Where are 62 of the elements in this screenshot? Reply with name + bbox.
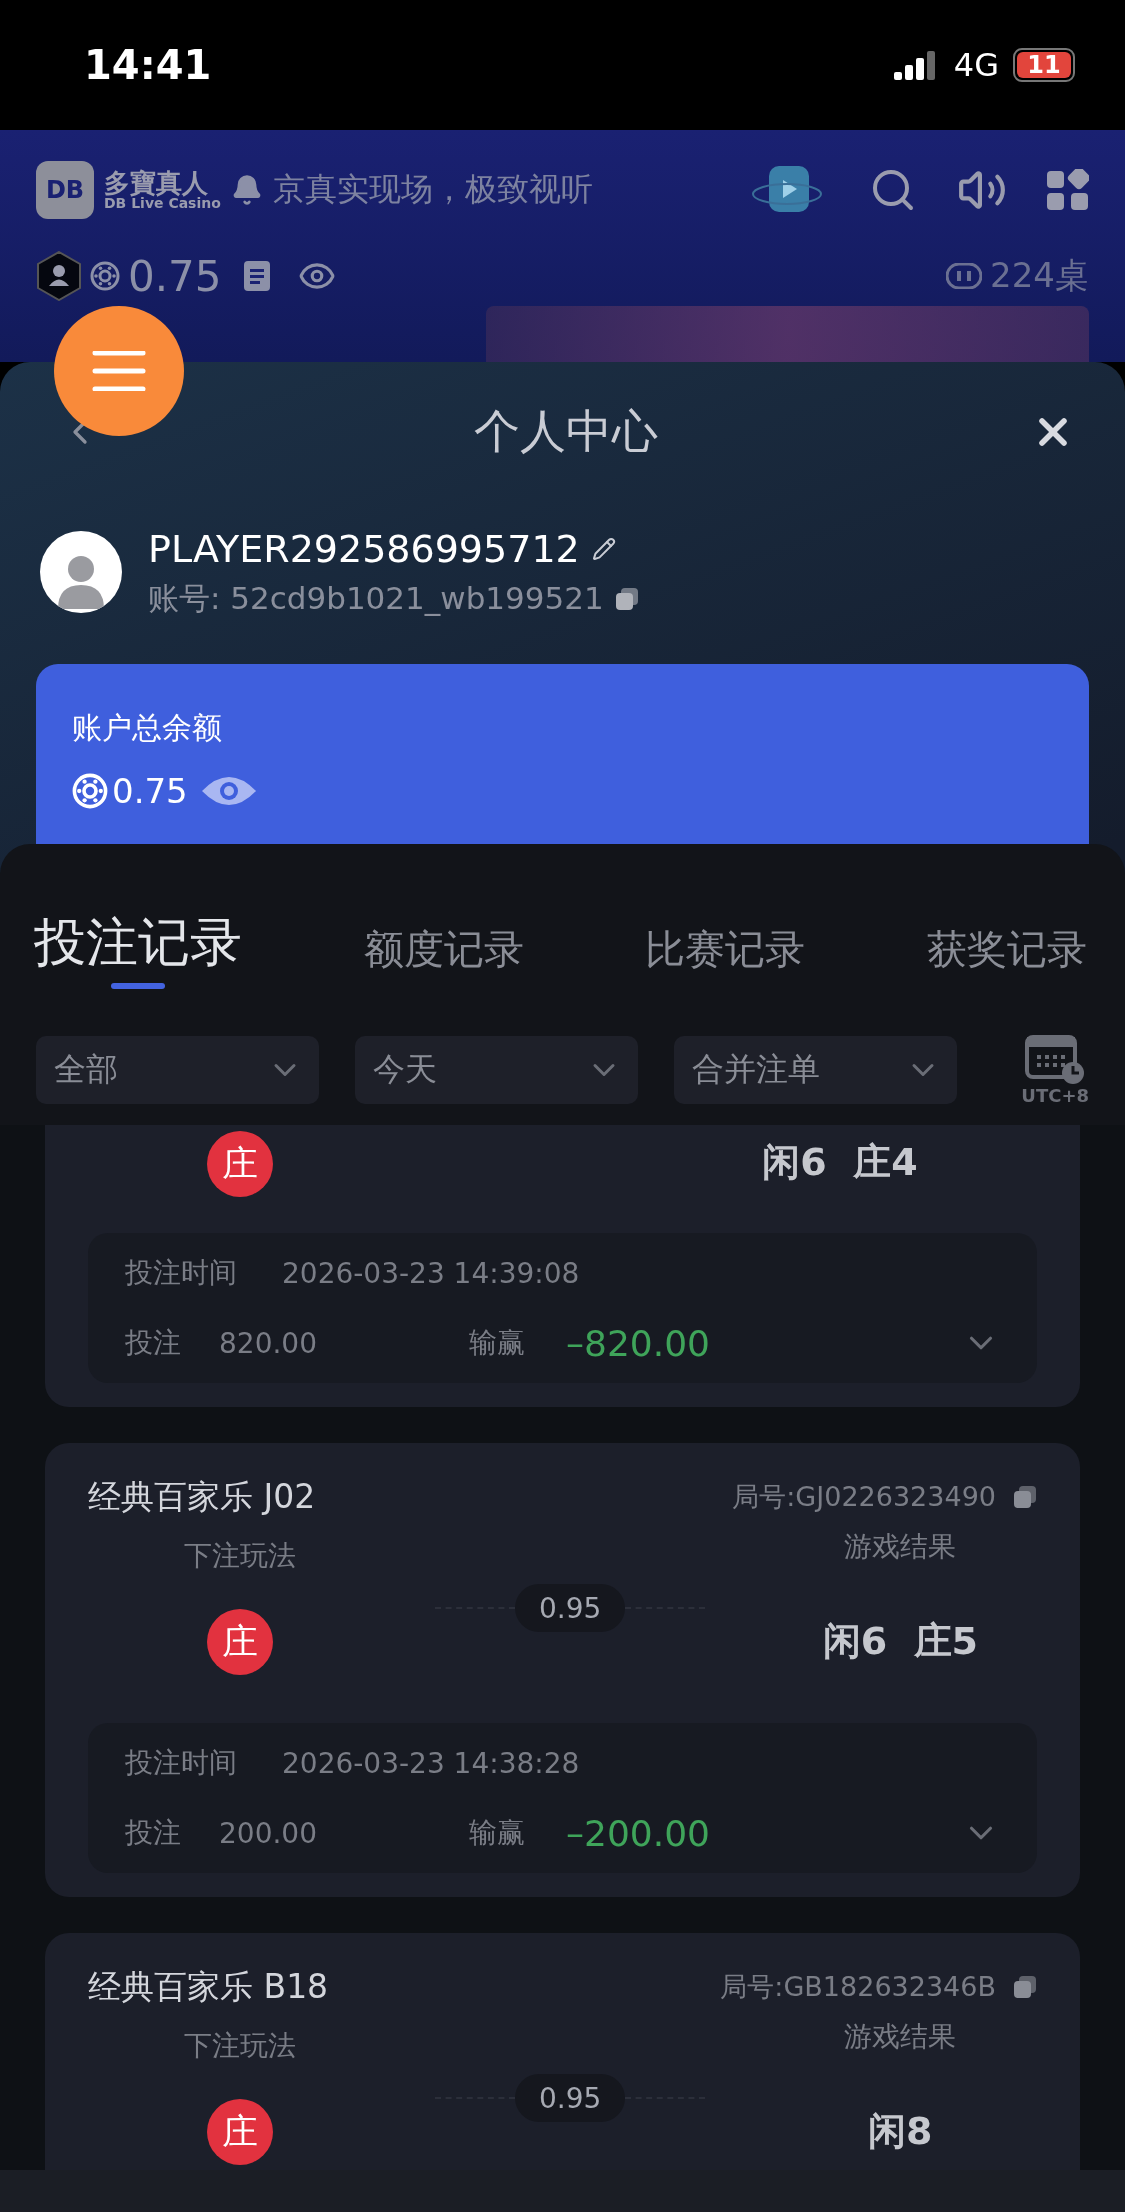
record-tab[interactable]: 额度记录 — [363, 925, 524, 989]
game-result: 闲6 庄4 — [762, 1139, 918, 1186]
total-balance: 0.75 — [112, 771, 188, 811]
bet-type-label: 下注玩法 — [184, 1538, 296, 1574]
game-result: 闲8 — [868, 2108, 933, 2155]
bet-time: 2026-03-23 14:38:28 — [282, 1746, 580, 1780]
copy-icon[interactable] — [1012, 1974, 1038, 2000]
bet-time: 2026-03-23 14:39:08 — [282, 1256, 580, 1290]
user-icon — [36, 251, 82, 301]
balance-amount: 0.75 — [128, 251, 222, 301]
bet-badge: 庄 — [207, 1609, 273, 1675]
document-icon[interactable] — [243, 261, 270, 291]
chip-icon — [90, 261, 120, 291]
clock: 14:41 — [84, 42, 213, 88]
network-type: 4G — [953, 46, 999, 84]
record-tab[interactable]: 获奖记录 — [926, 925, 1087, 989]
bet-badge: 庄 — [207, 1131, 273, 1197]
record-tab[interactable]: 比赛记录 — [645, 925, 806, 989]
game-title: 经典百家乐 J02 — [88, 1475, 317, 1518]
stake-label: 投注 — [125, 1815, 182, 1851]
odds-pill: 0.95 — [515, 2074, 626, 2122]
stake-amount: 820.00 — [219, 1326, 318, 1360]
filter-dropdown[interactable]: 合并注单 — [674, 1036, 957, 1104]
brand-logo: DB — [36, 161, 94, 219]
copy-icon[interactable] — [1012, 1484, 1038, 1510]
account-id: 账号: 52cd9b1021_wb199521 — [148, 579, 604, 618]
bet-time-label: 投注时间 — [125, 1745, 238, 1781]
filter-dropdown[interactable]: 今天 — [355, 1036, 638, 1104]
round-id: 局号:GJ0226323490 — [732, 1480, 996, 1514]
bet-type-label: 下注玩法 — [184, 2028, 296, 2064]
copy-icon[interactable] — [613, 586, 640, 612]
chip-icon — [72, 773, 108, 809]
grid-icon[interactable] — [1047, 169, 1089, 211]
game-result: 闲6 庄5 — [822, 1618, 978, 1665]
odds-pill: 0.95 — [515, 1584, 626, 1632]
signal-icon — [893, 50, 938, 80]
menu-icon — [92, 351, 146, 391]
filter-dropdown[interactable]: 全部 — [36, 1036, 319, 1104]
round-id: 局号:GB182632346B — [720, 1970, 996, 2004]
username: PLAYER292586995712 — [148, 527, 580, 571]
timezone-button[interactable]: UTC+8 — [1021, 1034, 1089, 1106]
bet-badge: 庄 — [207, 2099, 273, 2165]
result-label: 游戏结果 — [844, 2019, 957, 2055]
edit-icon[interactable] — [591, 537, 616, 561]
stake-amount: 200.00 — [219, 1816, 318, 1850]
stake-label: 投注 — [125, 1325, 182, 1361]
balance-label: 账户总余额 — [72, 709, 223, 747]
battery-percent: 11 — [1017, 52, 1071, 78]
game-title: 经典百家乐 B18 — [88, 1965, 330, 2008]
record-tab[interactable]: 投注记录 — [34, 910, 242, 989]
result-label: 游戏结果 — [844, 1529, 957, 1565]
brand-subtitle: DB Live Casino — [104, 196, 221, 210]
table-count: 224桌 — [990, 254, 1089, 297]
win-loss-label: 输赢 — [469, 1815, 526, 1851]
table-icon — [946, 263, 983, 289]
win-loss-label: 输赢 — [469, 1325, 526, 1361]
panel-title: 个人中心 — [472, 403, 659, 460]
bet-time-label: 投注时间 — [125, 1255, 238, 1291]
win-loss-amount: –820.00 — [566, 1322, 710, 1364]
brand-name: 多寶真人 — [104, 170, 208, 196]
announcement-text: 京真实现场，极致视听 — [272, 169, 594, 210]
win-loss-amount: –200.00 — [566, 1812, 710, 1854]
